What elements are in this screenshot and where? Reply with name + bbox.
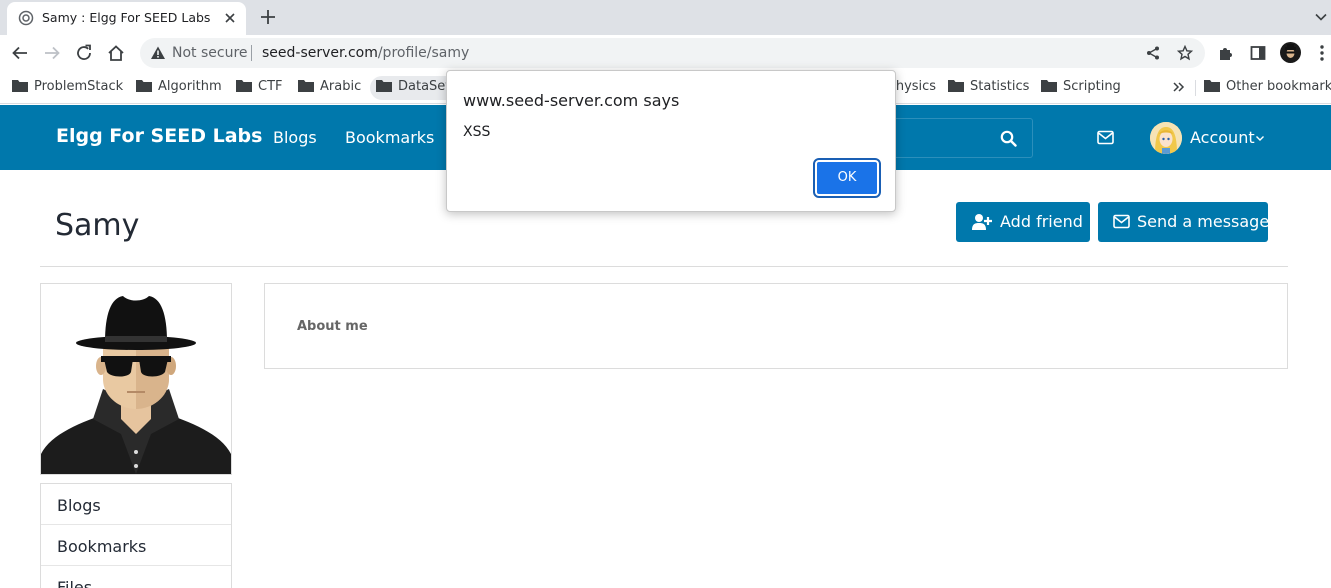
header-divider [40,266,1288,267]
browser-tab[interactable]: Samy : Elgg For SEED Labs [7,2,246,35]
envelope-icon [1113,214,1130,229]
folder-icon [1041,80,1057,92]
address-bar[interactable]: Not secure seed-server.com/profile/samy [140,38,1205,68]
bookmark-label: Other bookmarks [1226,79,1331,94]
bookmarks-divider [1195,80,1196,96]
url-text[interactable]: seed-server.com/profile/samy [262,45,469,61]
send-message-label: Send a message [1137,212,1270,231]
browser-menu-icon[interactable] [1316,44,1328,62]
extensions-puzzle-icon[interactable] [1217,44,1235,62]
elgg-favicon-icon [18,10,34,26]
about-me-label: About me [297,319,368,334]
about-me-panel: About me [264,283,1288,369]
alert-dialog: www.seed-server.com says XSS OK [446,70,896,212]
tab-strip: Samy : Elgg For SEED Labs [0,0,1331,35]
new-tab-icon[interactable] [259,8,277,26]
folder-icon [376,80,392,92]
messages-envelope-icon[interactable] [1097,130,1114,145]
spy-avatar-image [41,284,231,474]
bookmark-folder[interactable]: Arabic [298,79,361,97]
nav-item-bookmarks[interactable]: Bookmarks [345,128,434,147]
folder-icon [1204,80,1220,92]
bookmark-folder[interactable]: ProblemStack [12,79,123,97]
profile-spy-icon [1285,44,1296,58]
folder-icon [948,80,964,92]
back-arrow-icon[interactable] [11,44,29,62]
bookmark-label: ProblemStack [34,79,124,94]
url-path: /profile/samy [377,45,470,61]
profile-avatar[interactable] [40,283,232,475]
tab-search-chevron-icon[interactable] [1314,10,1328,24]
search-icon[interactable] [1000,130,1017,147]
chevron-down-icon[interactable] [1255,135,1265,142]
more-bookmarks-chevron-icon[interactable] [1172,80,1186,94]
other-bookmarks-folder[interactable]: Other bookmarks [1204,79,1331,97]
close-tab-icon[interactable] [223,11,237,25]
reload-icon[interactable] [75,44,93,62]
url-host: seed-server.com [262,45,378,61]
folder-icon [12,80,28,92]
bookmark-label: Statistics [970,79,1030,94]
folder-icon [136,80,152,92]
browser-toolbar: Not secure seed-server.com/profile/samy [0,35,1331,71]
forward-arrow-icon[interactable] [43,44,61,62]
add-friend-label: Add friend [1000,212,1083,231]
share-icon[interactable] [1145,45,1161,61]
omnibox-divider [251,45,252,61]
tab-title: Samy : Elgg For SEED Labs [42,10,211,25]
owner-menu-item-blogs[interactable]: Blogs [41,484,231,525]
dialog-title: www.seed-server.com says [463,91,680,110]
bookmark-folder[interactable]: Scripting [1041,79,1121,97]
add-friend-button[interactable]: Add friend [956,202,1090,242]
ok-button[interactable]: OK [813,158,881,198]
bookmark-label: CTF [258,79,283,94]
user-plus-icon [972,214,992,230]
home-icon[interactable] [107,44,125,62]
bookmark-label: Algorithm [158,79,222,94]
dialog-message: XSS [463,124,491,140]
account-avatar[interactable] [1150,122,1182,154]
bookmark-folder[interactable]: Statistics [948,79,1029,97]
warning-triangle-icon[interactable] [150,45,166,61]
bookmark-folder[interactable]: CTF [236,79,283,97]
not-secure-label[interactable]: Not secure [172,45,248,61]
send-message-button[interactable]: Send a message [1098,202,1270,242]
user-avatar-icon [1150,122,1182,154]
bookmark-folder[interactable]: Algorithm [136,79,222,97]
bookmark-label: Arabic [320,79,362,94]
folder-icon [298,80,314,92]
owner-menu-item-bookmarks[interactable]: Bookmarks [41,525,231,566]
side-panel-icon[interactable] [1249,44,1267,62]
profile-avatar-icon[interactable] [1280,42,1301,63]
profile-name-heading: Samy [55,208,140,243]
site-name-link[interactable]: Elgg For SEED Labs [56,125,262,147]
folder-icon [236,80,252,92]
account-menu-label[interactable]: Account [1190,128,1255,147]
nav-item-blogs[interactable]: Blogs [273,128,317,147]
bookmark-star-icon[interactable] [1177,45,1193,61]
bookmark-label: Scripting [1063,79,1121,94]
owner-block-menu: Blogs Bookmarks Files [40,483,232,588]
owner-menu-item-files[interactable]: Files [41,566,231,588]
